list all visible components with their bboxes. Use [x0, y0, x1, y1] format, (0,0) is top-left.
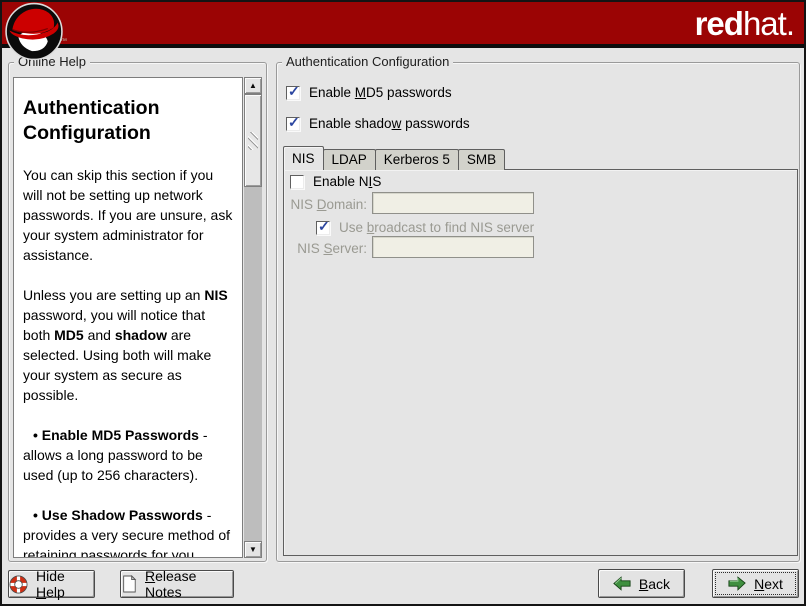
- scroll-up-button[interactable]: ▲: [244, 77, 262, 94]
- enable-md5-checkbox-row[interactable]: ✓ Enable MD5 passwords: [286, 85, 452, 100]
- auth-config-frame-label: Authentication Configuration: [282, 54, 453, 69]
- enable-md5-label: Enable MD5 passwords: [309, 85, 452, 100]
- back-label: Back: [639, 576, 670, 592]
- nis-domain-label: NIS Domain:: [287, 197, 367, 212]
- document-icon: [121, 575, 137, 593]
- tab-ldap[interactable]: LDAP: [323, 149, 376, 170]
- nis-server-input[interactable]: [372, 236, 534, 258]
- enable-nis-checkbox-row[interactable]: Enable NIS: [290, 174, 381, 189]
- enable-nis-checkbox[interactable]: [290, 175, 304, 189]
- help-bullet-shadow: • Use Shadow Passwords - provides a very…: [23, 505, 234, 558]
- checkmark-icon: ✓: [288, 83, 300, 100]
- help-text-content: Authentication Configuration You can ski…: [14, 78, 242, 558]
- arrow-right-icon: [728, 576, 746, 591]
- help-bullet-md5: • Enable MD5 Passwords - allows a long p…: [23, 425, 234, 485]
- checkmark-icon: ✓: [318, 218, 330, 235]
- scroll-down-icon: ▼: [249, 545, 257, 554]
- redhat-shadowman-logo-icon: [4, 2, 64, 61]
- installer-window: ™ redhat. Online Help Authentication Con…: [0, 0, 806, 606]
- online-help-frame: Online Help Authentication Configuration…: [8, 62, 267, 562]
- nis-tab-panel: Enable NIS NIS Domain: ✓ Use broadcast t…: [283, 169, 798, 556]
- brand-red: red: [695, 5, 743, 42]
- lifebuoy-icon: [9, 575, 28, 594]
- help-paragraph: You can skip this section if you will no…: [23, 165, 234, 265]
- checkmark-icon: ✓: [288, 114, 300, 131]
- auth-config-frame: Authentication Configuration ✓ Enable MD…: [276, 62, 800, 562]
- enable-shadow-checkbox[interactable]: ✓: [286, 117, 300, 131]
- back-button[interactable]: Back: [598, 569, 685, 598]
- arrow-left-icon: [613, 576, 631, 591]
- tab-kerberos5[interactable]: Kerberos 5: [375, 149, 459, 170]
- trademark-symbol: ™: [60, 38, 67, 45]
- next-button[interactable]: Next: [712, 569, 799, 598]
- help-heading: Authentication Configuration: [23, 96, 234, 146]
- broadcast-label: Use broadcast to find NIS server: [339, 220, 534, 235]
- help-text-viewport: Authentication Configuration You can ski…: [13, 77, 243, 558]
- broadcast-checkbox[interactable]: ✓: [316, 221, 330, 235]
- tab-nis[interactable]: NIS: [283, 146, 324, 170]
- enable-shadow-label: Enable shadow passwords: [309, 116, 470, 131]
- brand-wordmark: redhat.: [695, 5, 794, 43]
- enable-md5-checkbox[interactable]: ✓: [286, 86, 300, 100]
- scroll-down-button[interactable]: ▼: [244, 541, 262, 558]
- help-paragraph: Unless you are setting up an NIS passwor…: [23, 285, 234, 405]
- release-notes-button[interactable]: Release Notes: [120, 570, 234, 598]
- enable-shadow-checkbox-row[interactable]: ✓ Enable shadow passwords: [286, 116, 470, 131]
- next-label: Next: [754, 576, 783, 592]
- broadcast-checkbox-row[interactable]: ✓ Use broadcast to find NIS server: [316, 220, 534, 235]
- brand-hat: hat.: [743, 5, 794, 42]
- enable-nis-label: Enable NIS: [313, 174, 381, 189]
- auth-tab-bar: NIS LDAP Kerberos 5 SMB: [283, 146, 505, 170]
- scroll-thumb[interactable]: [244, 94, 262, 187]
- release-notes-label: Release Notes: [145, 568, 233, 600]
- tab-smb[interactable]: SMB: [458, 149, 505, 170]
- hide-help-label: Hide Help: [36, 568, 94, 600]
- help-scrollbar[interactable]: ▲ ▼: [244, 77, 262, 558]
- nis-server-label: NIS Server:: [287, 241, 367, 256]
- header-bar: [2, 2, 804, 48]
- scroll-up-icon: ▲: [249, 81, 257, 90]
- nis-domain-input[interactable]: [372, 192, 534, 214]
- hide-help-button[interactable]: Hide Help: [8, 570, 95, 598]
